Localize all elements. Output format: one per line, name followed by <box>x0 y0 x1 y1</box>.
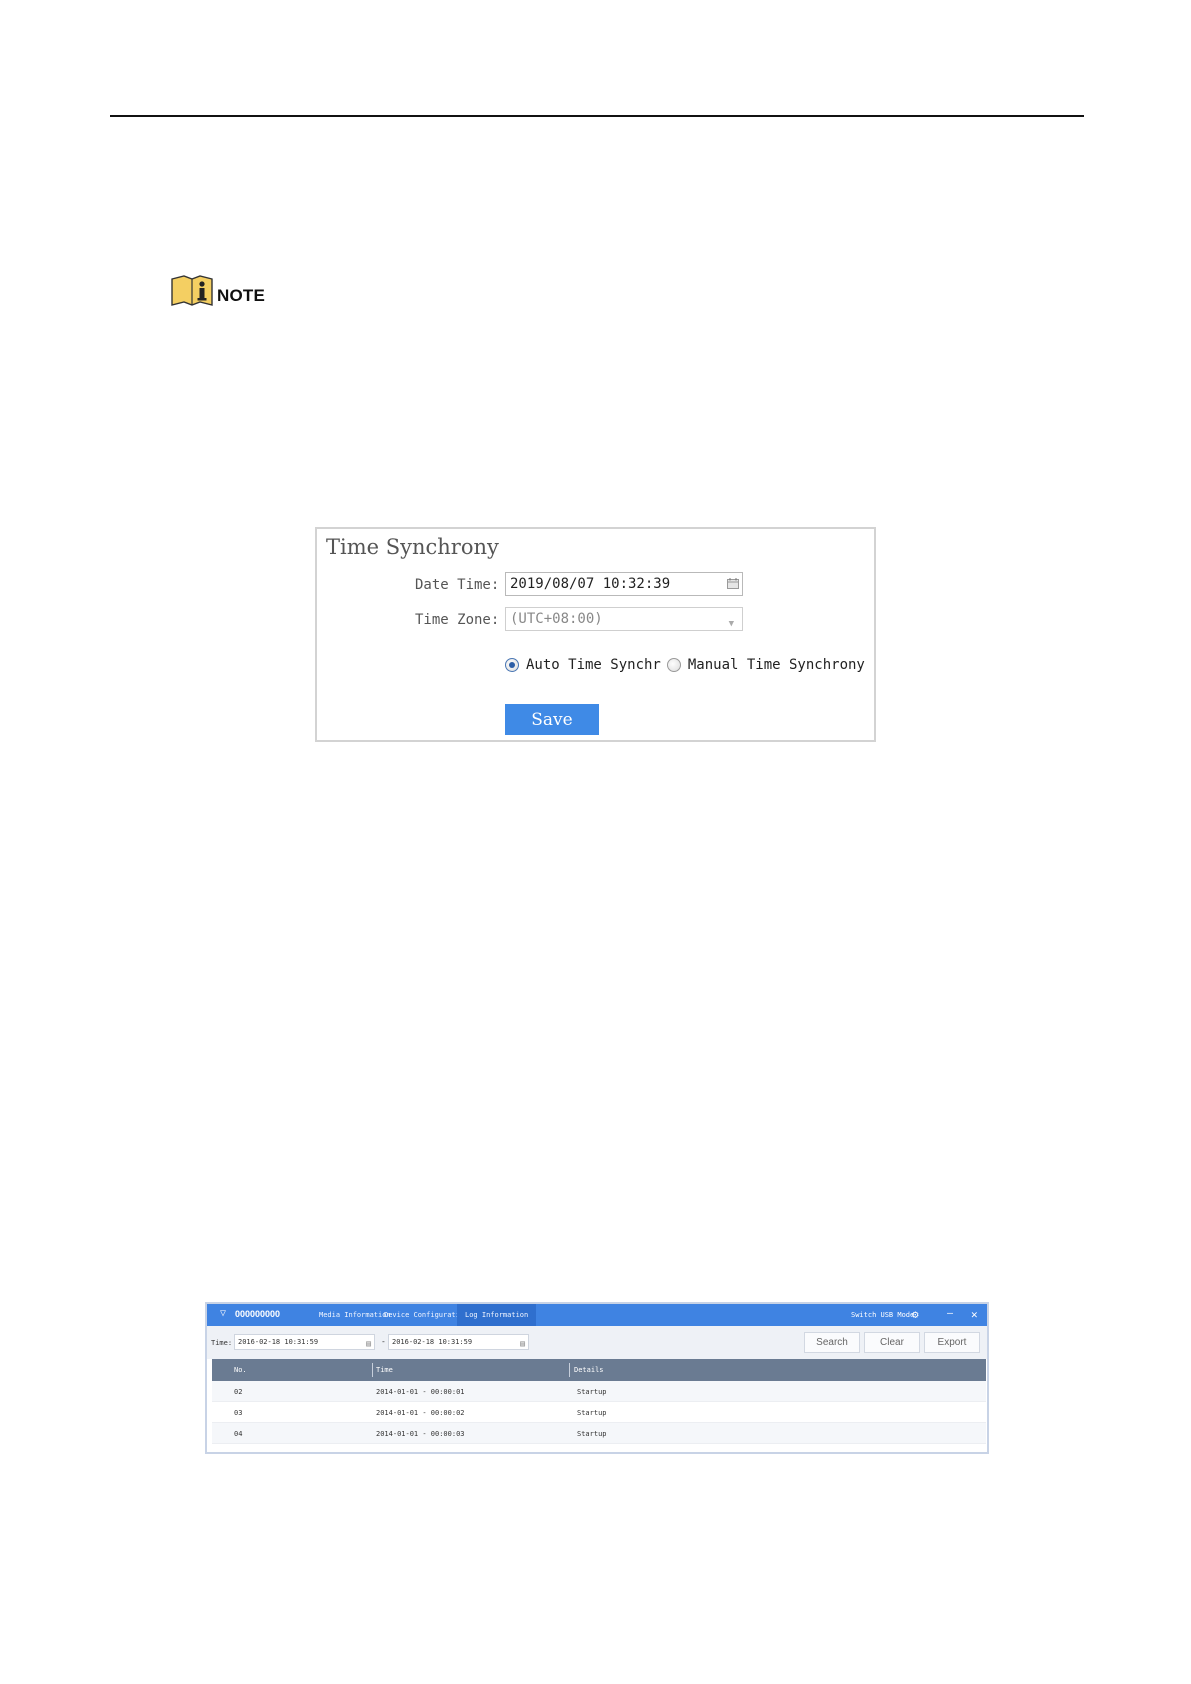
cell-time: 2014-01-01 - 00:00:03 <box>376 1430 465 1438</box>
auto-sync-radio[interactable] <box>505 658 519 672</box>
time-zone-value: (UTC+08:00) <box>510 611 603 627</box>
cell-time: 2014-01-01 - 00:00:02 <box>376 1409 465 1417</box>
column-divider <box>372 1363 373 1377</box>
column-header-time: Time <box>376 1366 393 1374</box>
panel-title: Time Synchrony <box>326 535 499 559</box>
tab-media-information[interactable]: Media Information <box>319 1311 391 1319</box>
note-label: NOTE <box>217 286 266 305</box>
window-titlebar: ▽ 000000000 Media Information Device Con… <box>207 1304 987 1326</box>
calendar-icon[interactable]: ▤ <box>520 1337 525 1351</box>
manual-sync-label[interactable]: Manual Time Synchrony <box>688 657 865 673</box>
clear-button[interactable]: Clear <box>864 1332 920 1353</box>
cell-time: 2014-01-01 - 00:00:01 <box>376 1388 465 1396</box>
start-time-value: 2016-02-18 10:31:59 <box>238 1338 319 1346</box>
auto-sync-label[interactable]: Auto Time Synchr <box>526 657 661 673</box>
time-synchrony-panel: Time Synchrony Date Time: 2019/08/07 10:… <box>315 527 876 742</box>
table-row[interactable]: 03 2014-01-01 - 00:00:02 Startup <box>212 1402 986 1423</box>
header-rule <box>110 115 1084 117</box>
date-time-value: 2019/08/07 10:32:39 <box>510 576 671 592</box>
note-callout: NOTE <box>170 274 265 308</box>
date-time-label: Date Time: <box>415 577 500 593</box>
gear-icon[interactable]: ⚙ <box>912 1308 919 1321</box>
manual-sync-radio[interactable] <box>666 658 681 672</box>
search-button[interactable]: Search <box>804 1332 860 1353</box>
log-table: No. Time Details 02 2014-01-01 - 00:00:0… <box>212 1359 986 1444</box>
end-time-value: 2016-02-18 10:31:59 <box>392 1338 473 1346</box>
column-divider <box>569 1363 570 1377</box>
cell-details: Startup <box>577 1409 607 1417</box>
column-header-details: Details <box>574 1366 604 1374</box>
log-information-window: ▽ 000000000 Media Information Device Con… <box>205 1302 989 1454</box>
export-button[interactable]: Export <box>924 1332 980 1353</box>
time-zone-select[interactable]: (UTC+08:00) ▼ <box>505 607 743 631</box>
table-header: No. Time Details <box>212 1359 986 1381</box>
close-icon[interactable]: ✕ <box>971 1308 978 1321</box>
table-body: 02 2014-01-01 - 00:00:01 Startup 03 2014… <box>212 1381 986 1444</box>
tab-device-configuration[interactable]: Device Configuration <box>384 1311 468 1319</box>
tab-log-information[interactable]: Log Information <box>457 1304 537 1326</box>
time-filter-label: Time: <box>211 1339 233 1347</box>
table-row[interactable]: 04 2014-01-01 - 00:00:03 Startup <box>212 1423 986 1444</box>
date-time-field[interactable]: 2019/08/07 10:32:39 <box>505 572 743 596</box>
end-time-input[interactable]: 2016-02-18 10:31:59 ▤ <box>388 1334 529 1350</box>
cell-no: 02 <box>234 1388 243 1396</box>
table-row[interactable]: 02 2014-01-01 - 00:00:01 Startup <box>212 1381 986 1402</box>
device-icon: ▽ <box>220 1308 227 1319</box>
range-separator: - <box>381 1337 386 1346</box>
calendar-icon[interactable] <box>727 578 739 589</box>
cell-no: 03 <box>234 1409 243 1417</box>
sync-mode-group: Auto Time Synchr Manual Time Synchrony <box>505 657 865 673</box>
switch-usb-mode-button[interactable]: Switch USB Mode <box>851 1311 914 1319</box>
minimize-icon[interactable]: – <box>947 1308 953 1319</box>
column-header-no: No. <box>234 1366 247 1374</box>
calendar-icon[interactable]: ▤ <box>366 1337 371 1351</box>
save-button[interactable]: Save <box>505 704 599 735</box>
device-name: 000000000 <box>235 1309 281 1319</box>
info-book-icon <box>171 275 213 306</box>
filter-bar: Time: 2016-02-18 10:31:59 ▤ - 2016-02-18… <box>207 1326 987 1359</box>
cell-details: Startup <box>577 1430 607 1438</box>
cell-details: Startup <box>577 1388 607 1396</box>
time-zone-label: Time Zone: <box>415 612 500 628</box>
start-time-input[interactable]: 2016-02-18 10:31:59 ▤ <box>234 1334 375 1350</box>
cell-no: 04 <box>234 1430 243 1438</box>
chevron-down-icon: ▼ <box>728 619 734 629</box>
